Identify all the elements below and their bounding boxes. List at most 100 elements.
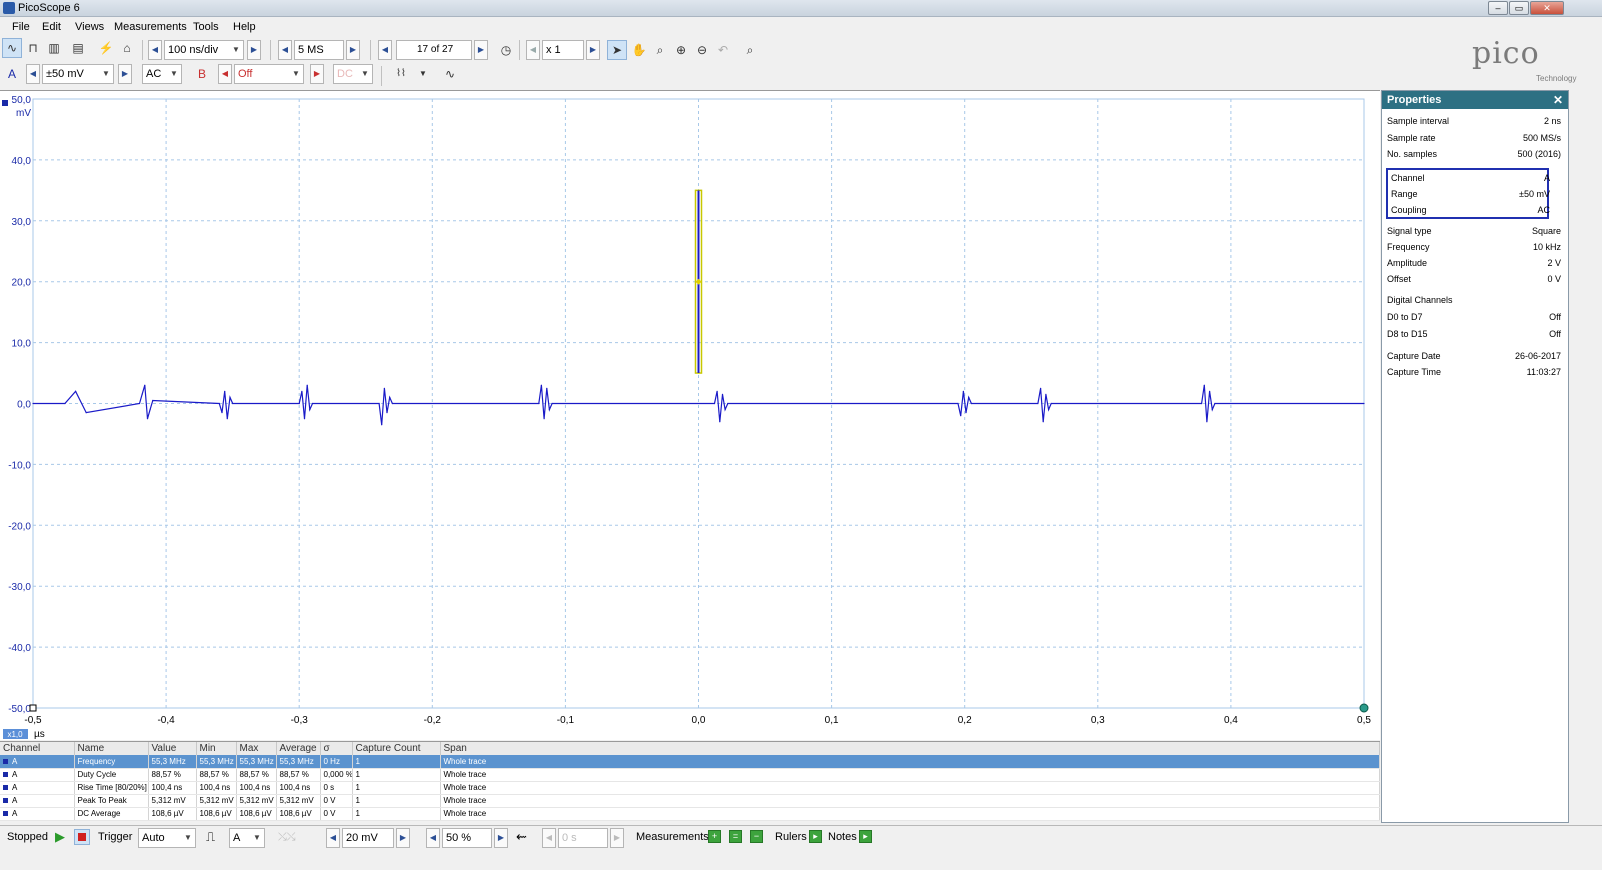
stop-button[interactable]: [74, 829, 90, 845]
property-key: D8 to D15: [1387, 329, 1428, 339]
pretrigger-prev-button[interactable]: ◀: [426, 828, 440, 848]
range-a-next-button[interactable]: ▶: [118, 64, 132, 84]
zoom-out-icon[interactable]: ⊖: [692, 40, 712, 60]
table-row[interactable]: A Duty Cycle 88,57 % 88,57 % 88,57 % 88,57 % 0…: [0, 768, 1380, 782]
menu-file[interactable]: File: [12, 21, 30, 33]
close-icon[interactable]: ✕: [1553, 91, 1563, 109]
range-b-prev-button[interactable]: ◀: [218, 64, 232, 84]
table-row[interactable]: A Rise Time [80/20%] 100,4 ns 100,4 ns 100,4…: [0, 781, 1380, 795]
pointer-tool-icon[interactable]: ➤: [607, 40, 627, 60]
buffer-navigator[interactable]: 17 of 27: [396, 40, 472, 60]
add-view-icon[interactable]: ▤: [68, 38, 88, 58]
chevron-down-icon[interactable]: ▼: [416, 64, 430, 84]
range-a-prev-button[interactable]: ◀: [26, 64, 40, 84]
column-header[interactable]: Capture Count: [352, 742, 441, 755]
property-row: D0 to D7 Off: [1387, 312, 1565, 326]
trace-point: [965, 412, 967, 414]
add-measurement-icon[interactable]: +: [708, 830, 721, 843]
column-header[interactable]: Span: [440, 742, 1380, 755]
menu-views[interactable]: Views: [75, 21, 104, 33]
trace-point: [146, 418, 149, 420]
pretrigger-next-button[interactable]: ▶: [494, 828, 508, 848]
rising-edge-icon[interactable]: ⎍: [206, 829, 215, 845]
minimize-button[interactable]: –: [1488, 1, 1508, 15]
undo-zoom-icon[interactable]: ↶: [713, 40, 733, 60]
scope-mode-icon[interactable]: ∿: [2, 38, 22, 58]
threshold-input[interactable]: 20 mV: [342, 828, 394, 848]
buffer-overview-icon[interactable]: ◷: [496, 40, 516, 60]
probe-icon[interactable]: ⚡: [96, 38, 116, 58]
samples-next-button[interactable]: ▶: [346, 40, 360, 60]
samples-prev-button[interactable]: ◀: [278, 40, 292, 60]
timebase-next-button[interactable]: ▶: [247, 40, 261, 60]
channel-b-options-button[interactable]: B: [192, 64, 212, 84]
hand-tool-icon[interactable]: ✋: [629, 40, 649, 60]
zoom-select[interactable]: x 1: [542, 40, 584, 60]
channel-a-options-button[interactable]: A: [2, 64, 22, 84]
range-b-next-button[interactable]: ▶: [310, 64, 324, 84]
menu-help[interactable]: Help: [233, 21, 256, 33]
zoom-region-icon[interactable]: ⌕: [650, 40, 670, 60]
delay-next-button[interactable]: ▶: [610, 828, 624, 848]
property-row: Digital Channels: [1387, 295, 1565, 309]
zoom-next-button[interactable]: ▶: [586, 40, 600, 60]
start-icon[interactable]: ▶: [55, 829, 65, 845]
menu-measurements[interactable]: Measurements: [114, 21, 187, 33]
delete-measurement-icon[interactable]: −: [750, 830, 763, 843]
table-row[interactable]: A Peak To Peak 5,312 mV 5,312 mV 5,312 mV 5,3…: [0, 794, 1380, 808]
channel-b-range-select[interactable]: Off ▼: [234, 64, 304, 84]
close-window-button[interactable]: ✕: [1530, 1, 1564, 15]
trigger-channel-select[interactable]: A ▼: [229, 828, 265, 848]
post-trigger-delay-icon[interactable]: ⇜: [516, 829, 527, 845]
buffer-prev-button[interactable]: ◀: [378, 40, 392, 60]
math-channels-icon[interactable]: ∿: [440, 64, 460, 84]
property-value: 10 kHz: [1532, 242, 1561, 252]
main-toolbar: ∿ ⊓ ▥ ▤ ⚡ ⌂ ◀ 100 ns/div ▼ ▶ ◀ 5 MS ▶ ◀ 1…: [0, 38, 1602, 63]
column-header[interactable]: Min: [196, 742, 237, 755]
table-row[interactable]: A DC Average 108,6 µV 108,6 µV 108,6 µV 108,6…: [0, 807, 1380, 821]
timebase-prev-button[interactable]: ◀: [148, 40, 162, 60]
table-cell: 88,57 %: [276, 768, 321, 782]
menu-edit[interactable]: Edit: [42, 21, 61, 33]
spectrum-mode-icon[interactable]: ▥: [44, 38, 64, 58]
buffer-next-button[interactable]: ▶: [474, 40, 488, 60]
channel-a-coupling-select[interactable]: AC ▼: [142, 64, 182, 84]
scope-view[interactable]: 50,0 40,0 30,0 20,0 10,0 0,0 -10,0 -20,0 -30,0 -4…: [0, 90, 1380, 740]
menu-tools[interactable]: Tools: [193, 21, 219, 33]
zoom-prev-button[interactable]: ◀: [526, 40, 540, 60]
pretrigger-input[interactable]: 50 %: [442, 828, 492, 848]
rulers-settings-icon[interactable]: ▸: [809, 830, 822, 843]
column-header[interactable]: Max: [236, 742, 277, 755]
notes-settings-icon[interactable]: ▸: [859, 830, 872, 843]
advanced-trigger-icon[interactable]: ⤯⤯: [278, 831, 296, 844]
persistence-mode-icon[interactable]: ⊓: [23, 38, 43, 58]
column-header[interactable]: Value: [148, 742, 197, 755]
timebase-select[interactable]: 100 ns/div ▼: [164, 40, 244, 60]
channel-a-range: ±50 mV: [46, 68, 84, 80]
threshold-prev-button[interactable]: ◀: [326, 828, 340, 848]
home-icon[interactable]: ⌂: [117, 38, 137, 58]
column-header[interactable]: Average: [276, 742, 321, 755]
trace-point: [64, 402, 66, 405]
zoom-in-icon[interactable]: ⊕: [671, 40, 691, 60]
column-header[interactable]: Channel: [0, 742, 75, 755]
signal-generator-icon[interactable]: ⌇⌇: [388, 64, 414, 84]
channel-b-coupling-select[interactable]: DC ▼: [333, 64, 373, 84]
maximize-button[interactable]: ▭: [1509, 1, 1529, 15]
table-cell: 0 V: [320, 807, 353, 821]
threshold-next-button[interactable]: ▶: [396, 828, 410, 848]
delay-input[interactable]: 0 s: [558, 828, 608, 848]
column-header[interactable]: σ: [320, 742, 353, 755]
delay-prev-button[interactable]: ◀: [542, 828, 556, 848]
edit-measurement-icon[interactable]: =: [729, 830, 742, 843]
channel-a-range-select[interactable]: ±50 mV ▼: [42, 64, 114, 84]
column-header[interactable]: Name: [74, 742, 149, 755]
samples-select[interactable]: 5 MS: [294, 40, 344, 60]
trigger-mode-select[interactable]: Auto ▼: [138, 828, 196, 848]
property-key: Digital Channels: [1387, 295, 1453, 305]
trace-point: [724, 409, 726, 411]
channel-color-icon: [3, 772, 8, 777]
table-row[interactable]: A Frequency 55,3 MHz 55,3 MHz 55,3 MHz 55,3 M…: [0, 755, 1380, 769]
zoom-fit-icon[interactable]: ⌕: [740, 40, 760, 60]
scope-plot[interactable]: 50,0 40,0 30,0 20,0 10,0 0,0 -10,0 -20,0 -30,0 -4…: [0, 91, 1380, 741]
